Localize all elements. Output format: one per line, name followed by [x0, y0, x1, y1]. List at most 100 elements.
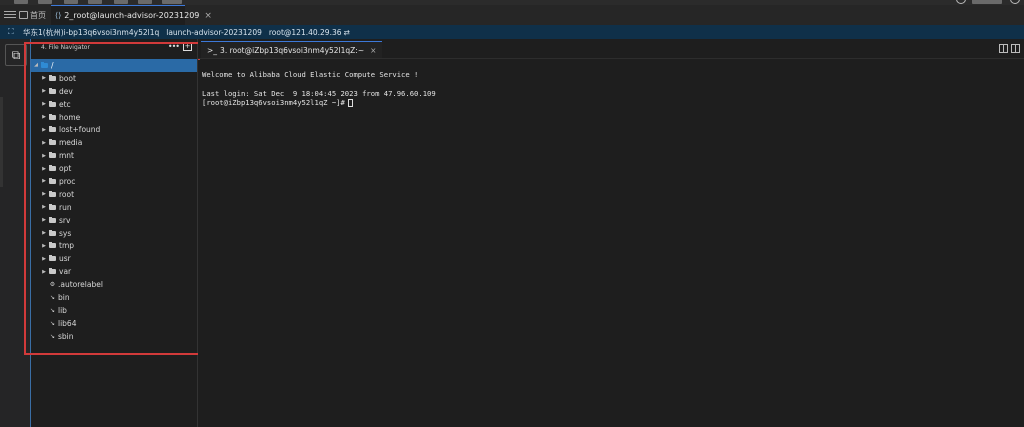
tree-item-label: sys	[59, 228, 72, 238]
more-icon[interactable]: •••	[168, 42, 180, 51]
instance-name-label: launch-advisor-20231209	[166, 27, 262, 37]
folder-icon	[49, 152, 56, 159]
file-icon: ⚙	[49, 281, 56, 289]
folder-icon	[49, 242, 56, 249]
tree-folder[interactable]: ▶ root	[31, 188, 197, 201]
tree-folder[interactable]: ▶ media	[31, 136, 197, 149]
tree-folder[interactable]: ▶ usr	[31, 252, 197, 265]
reconnect-icon[interactable]: ⇄	[344, 28, 350, 37]
user-menu[interactable]	[972, 0, 1002, 4]
tree-item-label: home	[59, 112, 81, 122]
folder-icon	[49, 113, 56, 120]
file-tree: ◢ / ▶ boot ▶ dev ▶ etc ▶ home ▶ lost+found ▶ media ▶…	[31, 59, 197, 343]
link-icon: ↘	[49, 319, 56, 327]
collapsed-caret-icon[interactable]: ▶	[41, 217, 47, 223]
terminal-tab-bar: >_ 3. root@iZbp13q6vsoi3nm4y52l1qZ:~ ×	[198, 39, 1024, 59]
collapsed-caret-icon[interactable]: ▶	[41, 140, 47, 146]
home-icon	[19, 11, 28, 19]
tree-folder[interactable]: ▶ boot	[31, 72, 197, 85]
activity-bar: ⧉	[0, 39, 30, 427]
folder-icon	[49, 229, 56, 236]
tree-item-label: etc	[59, 99, 71, 109]
tab-home[interactable]: 首页	[19, 5, 51, 25]
tree-folder[interactable]: ▶ var	[31, 265, 197, 278]
link-icon: ↘	[49, 293, 56, 301]
settings-icon[interactable]	[1010, 0, 1020, 4]
tree-folder[interactable]: ▶ tmp	[31, 239, 197, 252]
collapsed-caret-icon[interactable]: ▶	[41, 178, 47, 184]
tree-folder[interactable]: ▶ proc	[31, 175, 197, 188]
hamburger-menu-icon[interactable]	[4, 9, 16, 21]
help-icon[interactable]	[956, 0, 966, 4]
tree-root[interactable]: ◢ /	[31, 59, 197, 72]
tree-folder[interactable]: ▶ opt	[31, 162, 197, 175]
split-vertical-icon[interactable]	[999, 44, 1008, 53]
menu-item[interactable]	[88, 0, 102, 4]
tree-folder[interactable]: ▶ dev	[31, 85, 197, 98]
link-icon: ↘	[49, 306, 56, 314]
folder-icon	[49, 165, 56, 172]
tree-item-label: proc	[59, 176, 76, 186]
close-icon[interactable]: ×	[204, 11, 212, 21]
tree-item-label: sbin	[58, 331, 74, 341]
collapsed-caret-icon[interactable]: ▶	[41, 256, 47, 262]
terminal-prompt-icon: >_	[207, 45, 218, 55]
collapsed-caret-icon[interactable]: ▶	[41, 243, 47, 249]
tree-file[interactable]: ↘ lib64	[31, 317, 197, 330]
terminal-tab[interactable]: >_ 3. root@iZbp13q6vsoi3nm4y52l1qZ:~ ×	[201, 41, 383, 58]
tree-item-label: bin	[58, 292, 70, 302]
expand-icon[interactable]: ⛶	[8, 27, 20, 37]
activity-divider	[0, 97, 3, 187]
file-navigator: 4. File Navigator ••• + ◢ / ▶ boot ▶ dev ▶ et…	[31, 39, 198, 427]
collapsed-caret-icon[interactable]: ▶	[41, 204, 47, 210]
tree-item-label: boot	[59, 73, 76, 83]
close-icon[interactable]: ×	[370, 46, 376, 55]
collapsed-caret-icon[interactable]: ▶	[41, 114, 47, 120]
tree-folder[interactable]: ▶ run	[31, 201, 197, 214]
tree-file[interactable]: ↘ lib	[31, 304, 197, 317]
tree-file[interactable]: ↘ sbin	[31, 330, 197, 343]
menu-item[interactable]	[14, 0, 28, 4]
expanded-caret-icon[interactable]: ◢	[33, 62, 39, 68]
session-info-bar: ⛶ 华东1(杭州) i-bp13q6vsoi3nm4y52l1q launch-…	[0, 25, 1024, 39]
collapsed-caret-icon[interactable]: ▶	[41, 269, 47, 275]
split-horizontal-icon[interactable]	[1011, 44, 1020, 53]
menu-item[interactable]	[138, 0, 152, 4]
connection-label: root@121.40.29.36	[268, 27, 342, 37]
collapsed-caret-icon[interactable]: ▶	[41, 153, 47, 159]
folder-icon	[49, 139, 56, 146]
menu-item[interactable]	[114, 0, 128, 4]
collapsed-caret-icon[interactable]: ▶	[41, 88, 47, 94]
tree-item-label: lib	[58, 305, 67, 315]
tree-folder[interactable]: ▶ srv	[31, 214, 197, 227]
menu-item[interactable]	[64, 0, 78, 4]
menu-item[interactable]	[162, 0, 182, 4]
collapsed-caret-icon[interactable]: ▶	[41, 127, 47, 133]
terminal-tab-icon: ⟨⟩	[55, 11, 62, 20]
terminal-output[interactable]: Welcome to Alibaba Cloud Elastic Compute…	[198, 60, 1024, 427]
collapsed-caret-icon[interactable]: ▶	[41, 230, 47, 236]
menu-item[interactable]	[38, 0, 52, 4]
new-window-icon[interactable]: +	[183, 42, 192, 51]
tree-folder[interactable]: ▶ home	[31, 111, 197, 124]
tab-session[interactable]: ⟨⟩ 2_root@launch-advisor-20231209 ×	[51, 5, 212, 25]
copy-windows-icon[interactable]: ⧉	[5, 44, 27, 66]
folder-icon	[49, 177, 56, 184]
collapsed-caret-icon[interactable]: ▶	[41, 166, 47, 172]
folder-icon	[49, 268, 56, 275]
collapsed-caret-icon[interactable]: ▶	[41, 191, 47, 197]
prompt-text: [root@iZbp13q6vsoi3nm4y52l1qZ ~]#	[202, 98, 345, 107]
tree-folder[interactable]: ▶ lost+found	[31, 123, 197, 136]
tree-file[interactable]: ⚙ .autorelabel	[31, 278, 197, 291]
welcome-line: Welcome to Alibaba Cloud Elastic Compute…	[202, 70, 419, 79]
folder-icon	[49, 100, 56, 107]
tree-folder[interactable]: ▶ sys	[31, 227, 197, 240]
tree-folder[interactable]: ▶ etc	[31, 98, 197, 111]
collapsed-caret-icon[interactable]: ▶	[41, 101, 47, 107]
tree-folder[interactable]: ▶ mnt	[31, 149, 197, 162]
tab-session-label: 2_root@launch-advisor-20231209	[64, 11, 200, 20]
collapsed-caret-icon[interactable]: ▶	[41, 75, 47, 81]
tree-file[interactable]: ↘ bin	[31, 291, 197, 304]
tree-item-label: run	[59, 202, 72, 212]
tree-item-label: lost+found	[59, 125, 101, 135]
